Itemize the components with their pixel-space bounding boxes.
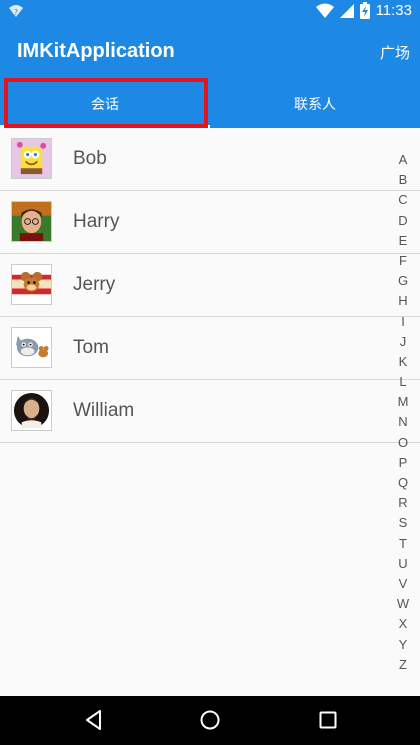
home-icon[interactable] (198, 708, 222, 732)
index-letter[interactable]: Z (399, 655, 407, 675)
contact-name: Bob (73, 148, 107, 169)
list-item[interactable]: William (0, 380, 420, 443)
contact-name: Jerry (73, 274, 116, 295)
screen: ? 11:33 IMKitApplication 广场 会话 联系人 Bob H… (0, 0, 420, 745)
index-letter[interactable]: V (399, 574, 408, 594)
index-letter[interactable]: Y (399, 635, 408, 655)
index-letter[interactable]: M (398, 392, 409, 412)
index-letter[interactable]: O (398, 433, 408, 453)
svg-text:?: ? (14, 8, 18, 17)
index-letter[interactable]: X (399, 614, 408, 634)
status-icons: 11:33 (315, 2, 412, 19)
index-letter[interactable]: Q (398, 473, 408, 493)
index-letter[interactable]: H (398, 291, 407, 311)
index-letter[interactable]: S (399, 513, 408, 533)
status-time: 11:33 (375, 2, 412, 19)
william-avatar (11, 390, 52, 431)
index-letter[interactable]: L (399, 372, 406, 392)
plaza-button[interactable]: 广场 (380, 42, 410, 63)
tab-contacts[interactable]: 联系人 (210, 80, 420, 128)
index-letter[interactable]: P (399, 453, 408, 473)
index-letter[interactable]: R (398, 493, 407, 513)
index-letter[interactable]: D (398, 211, 407, 231)
index-letter[interactable]: W (397, 594, 409, 614)
harry-avatar (11, 201, 52, 242)
index-letter[interactable]: U (398, 554, 407, 574)
navigation-bar (0, 696, 420, 745)
tab-conversations[interactable]: 会话 (0, 80, 210, 128)
alphabet-index[interactable]: ABCDEFGHIJKLMNOPQRSTUVWXYZ (396, 150, 410, 675)
index-letter[interactable]: K (399, 352, 408, 372)
index-letter[interactable]: B (399, 170, 408, 190)
spongebob-avatar (11, 138, 52, 179)
list-item[interactable]: Harry (0, 191, 420, 254)
tom-avatar (11, 327, 52, 368)
list-item[interactable]: Tom (0, 317, 420, 380)
battery-icon (359, 2, 370, 19)
index-letter[interactable]: I (401, 312, 405, 332)
index-letter[interactable]: J (400, 332, 407, 352)
contact-name: William (73, 400, 135, 421)
jerry-avatar (11, 264, 52, 305)
app-title: IMKitApplication (17, 40, 175, 62)
status-bar: ? 11:33 (0, 0, 420, 24)
index-letter[interactable]: E (399, 231, 408, 251)
index-letter[interactable]: A (399, 150, 408, 170)
app-bar: IMKitApplication 广场 (0, 24, 420, 80)
signal-icon (339, 3, 354, 19)
wifi-question-icon: ? (8, 3, 24, 19)
list-item[interactable]: Bob (0, 128, 420, 191)
wifi-icon (315, 3, 334, 19)
index-letter[interactable]: T (399, 534, 407, 554)
contact-name: Harry (73, 211, 120, 232)
back-icon[interactable] (82, 708, 106, 732)
index-letter[interactable]: F (399, 251, 407, 271)
contact-name: Tom (73, 337, 109, 358)
index-letter[interactable]: N (398, 412, 407, 432)
contact-list: Bob Harry Jerry Tom William (0, 128, 420, 443)
tab-bar: 会话 联系人 (0, 80, 420, 128)
index-letter[interactable]: C (398, 190, 407, 210)
index-letter[interactable]: G (398, 271, 408, 291)
recent-apps-icon[interactable] (316, 708, 340, 732)
list-item[interactable]: Jerry (0, 254, 420, 317)
